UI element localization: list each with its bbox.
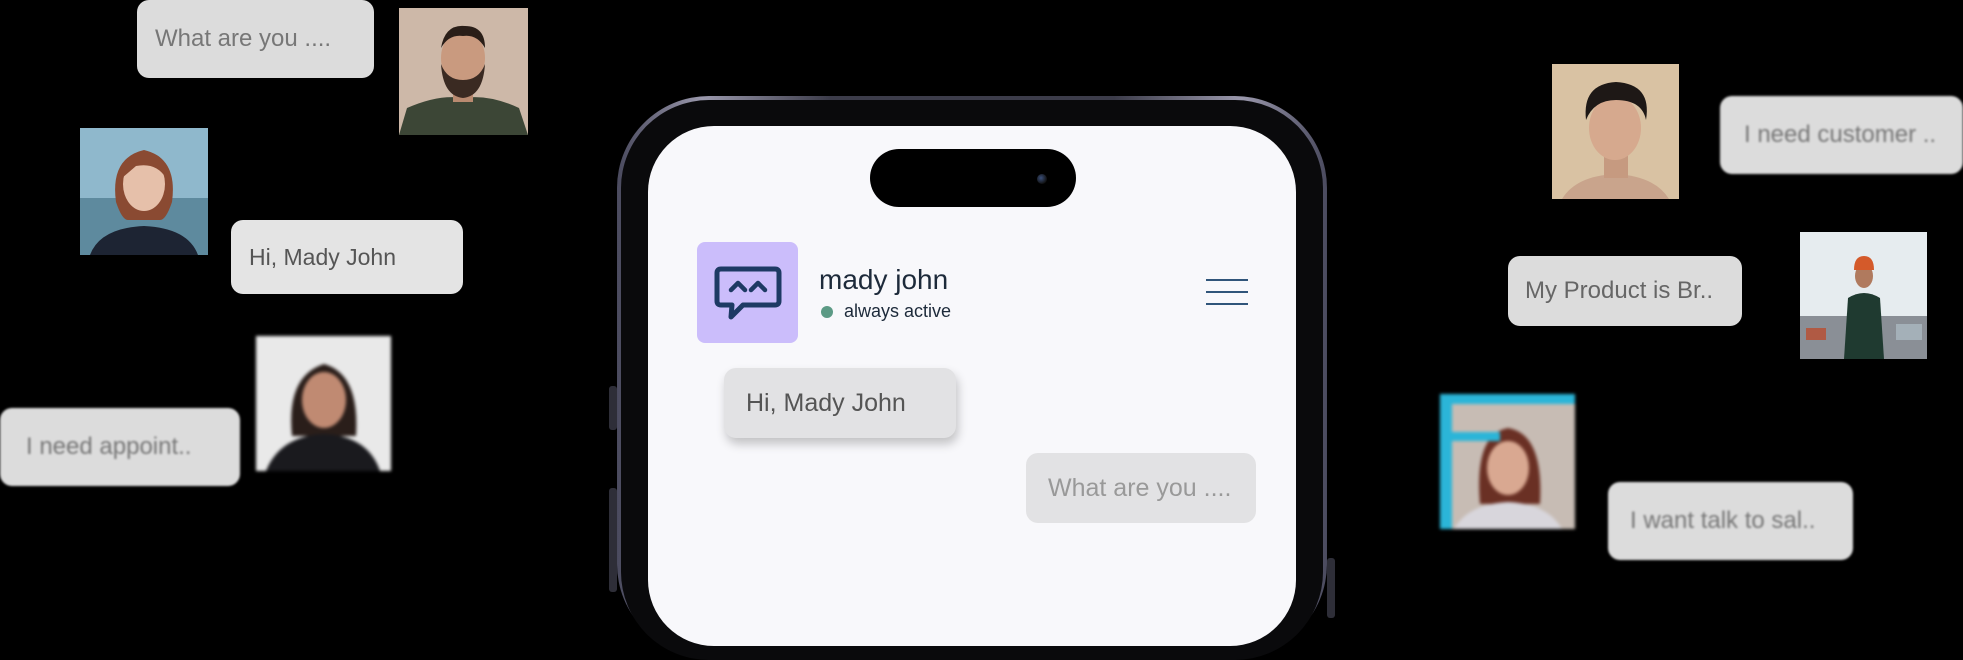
- avatar-woman-blue-frame: [1440, 394, 1575, 529]
- floating-bubble-need-customer: I need customer ..: [1720, 96, 1963, 174]
- avatar-young-man: [1552, 64, 1679, 199]
- message-outgoing: What are you ....: [1026, 453, 1256, 523]
- floating-bubble-what-are-you: What are you ....: [137, 0, 374, 78]
- bubble-text: What are you ....: [155, 25, 332, 52]
- bubble-text: My Product is Br..: [1525, 277, 1714, 304]
- camera-icon: [1037, 174, 1047, 184]
- chat-bubble-smile-icon: [714, 266, 781, 319]
- chat-avatar: [697, 242, 798, 343]
- bubble-text: Hi, Mady John: [249, 243, 397, 270]
- phone-mute-switch: [609, 386, 617, 430]
- floating-bubble-need-appoint: I need appoint..: [0, 408, 240, 486]
- floating-bubble-want-talk: I want talk to sal..: [1608, 482, 1853, 560]
- hamburger-menu-icon[interactable]: [1206, 279, 1248, 305]
- bubble-text: I need customer ..: [1744, 121, 1937, 148]
- bubble-text: I want talk to sal..: [1630, 507, 1816, 534]
- avatar-dark-hair-woman: [256, 336, 391, 471]
- phone-power-button: [1327, 558, 1335, 618]
- message-incoming: Hi, Mady John: [724, 368, 956, 438]
- bubble-text: I need appoint..: [26, 433, 192, 460]
- online-dot-icon: [821, 306, 833, 318]
- message-text: Hi, Mady John: [746, 388, 906, 417]
- phone-volume-button: [609, 488, 617, 592]
- floating-bubble-hi-mady: Hi, Mady John: [231, 220, 463, 294]
- message-text: What are you ....: [1048, 473, 1232, 502]
- avatar-redhead-woman: [80, 128, 208, 255]
- avatar-bearded-man: [399, 8, 528, 135]
- contact-name: mady john: [819, 264, 949, 295]
- floating-bubble-my-product: My Product is Br..: [1508, 256, 1742, 326]
- avatar-man-orange-hat: [1800, 232, 1927, 359]
- contact-status: always active: [844, 301, 952, 321]
